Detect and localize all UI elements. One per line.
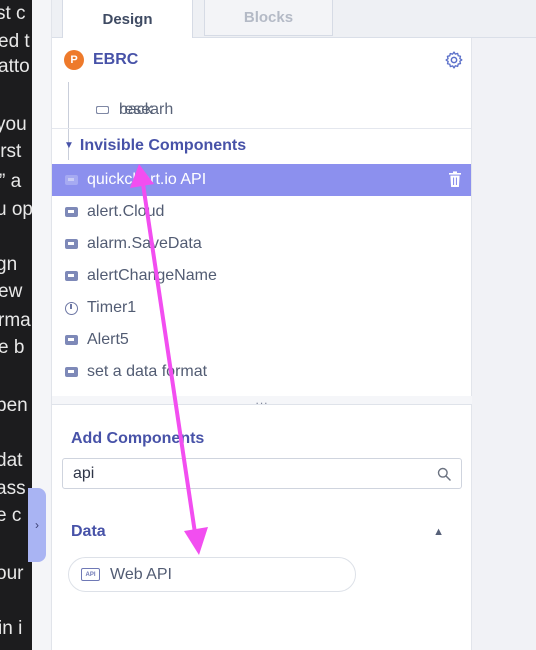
search-icon [437, 467, 451, 481]
section-title: Invisible Components [79, 136, 247, 154]
invisible-components-header[interactable]: ▼ Invisible Components [52, 128, 471, 162]
timer-icon [65, 301, 78, 315]
background-text: st c [0, 3, 26, 24]
project-logo-icon: P [64, 50, 84, 70]
tab-design[interactable]: Design [62, 0, 193, 38]
nonvisible-component-icon [65, 335, 78, 345]
expand-panel-handle[interactable]: › [28, 488, 46, 562]
component-tree: back researh P EBRC ▼ Invisible Componen… [52, 38, 472, 396]
invisible-item[interactable]: alert.Cloud [52, 196, 471, 228]
caret-down-icon: ▼ [64, 140, 74, 151]
invisible-item-label: alert.Cloud [87, 203, 165, 220]
trash-icon[interactable] [448, 171, 462, 188]
background-text: irst [0, 141, 22, 162]
invisible-item-label: Timer1 [87, 299, 137, 316]
background-text: ed t [0, 31, 30, 52]
invisible-item[interactable]: alertChangeName [52, 260, 471, 292]
invisible-item-label: set a data format [87, 363, 208, 380]
invisible-item-selected[interactable]: quickchart.io API [52, 164, 471, 196]
nonvisible-component-icon [65, 367, 78, 377]
nonvisible-component-icon [65, 207, 78, 217]
search-value: api [73, 464, 95, 482]
tree-root-screen[interactable]: P EBRC [52, 38, 471, 82]
background-text: u op [0, 199, 32, 220]
invisible-item-label: quickchart.io API [87, 171, 207, 188]
tab-blocks[interactable]: Blocks [204, 0, 333, 36]
background-text: our [0, 563, 24, 584]
chevron-right-icon: › [35, 518, 39, 532]
button-component-icon [96, 106, 109, 114]
editor-tabbar: Design Blocks [52, 0, 536, 38]
background-text: you [0, 114, 27, 135]
component-result-web-api[interactable]: API Web API [68, 557, 356, 592]
add-components-title: Add Components [71, 430, 205, 447]
component-search-input[interactable]: api [62, 458, 462, 489]
category-label: Data [71, 523, 106, 540]
invisible-item-label: alertChangeName [87, 267, 217, 284]
background-text: ” a [0, 171, 22, 192]
background-text: rma [0, 310, 31, 331]
add-components-panel: Add Components api Data ▲ API Web API [52, 404, 472, 650]
viewer-area [472, 0, 536, 650]
background-text: ew [0, 281, 23, 302]
nonvisible-component-icon [65, 175, 78, 185]
nonvisible-component-icon [65, 239, 78, 249]
api-icon: API [81, 568, 100, 581]
component-result-label: Web API [110, 565, 172, 583]
background-text: pen [0, 395, 28, 416]
nonvisible-component-icon [65, 271, 78, 281]
background-text: dat [0, 450, 23, 471]
invisible-item[interactable]: Timer1 [52, 292, 471, 324]
invisible-item-label: Alert5 [87, 331, 129, 348]
background-text: e b [0, 337, 25, 358]
category-data-header[interactable]: Data ▲ [71, 523, 451, 541]
invisible-item[interactable]: Alert5 [52, 324, 471, 356]
panel-resize-handle[interactable]: ... [52, 394, 472, 406]
invisible-item[interactable]: alarm.SaveData [52, 228, 471, 260]
gear-icon[interactable] [444, 50, 464, 70]
invisible-item-label: alarm.SaveData [87, 235, 202, 252]
background-text: atto [0, 56, 30, 77]
chevron-up-icon: ▲ [433, 526, 444, 538]
invisible-item[interactable]: set a data format [52, 356, 471, 388]
tree-item-component[interactable]: researh [96, 96, 173, 124]
background-text: in i [0, 618, 23, 639]
project-name: EBRC [93, 51, 139, 68]
background-text: gn [0, 254, 18, 275]
tree-item-label: researh [119, 101, 174, 118]
